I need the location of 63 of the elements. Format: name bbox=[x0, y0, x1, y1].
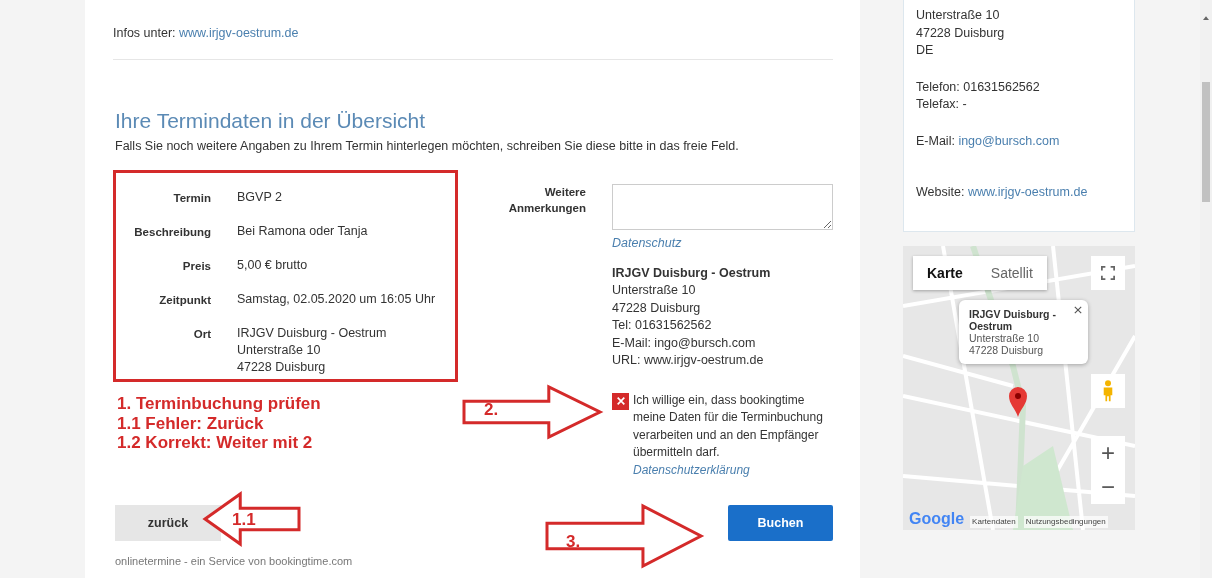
detail-value: Unterstraße 10 bbox=[237, 342, 322, 359]
arrow-label: 1.1 bbox=[232, 510, 256, 530]
back-button[interactable]: zurück bbox=[115, 505, 221, 541]
popup-title: IRJGV Duisburg - Oestrum bbox=[969, 308, 1057, 332]
map-data-link[interactable]: Kartendaten bbox=[970, 516, 1018, 528]
provider-detail: E-Mail: ingo@bursch.com bbox=[612, 334, 757, 352]
detail-label: Beschreibung bbox=[133, 225, 211, 240]
close-icon[interactable] bbox=[1074, 306, 1082, 314]
scroll-up-icon[interactable] bbox=[1203, 16, 1209, 20]
website-text: Website: www.irjgv-oestrum.de bbox=[916, 184, 1089, 201]
cross-mark-icon bbox=[615, 396, 626, 406]
address-line: DE bbox=[916, 42, 935, 59]
provider-detail: Tel: 01631562562 bbox=[612, 317, 713, 334]
fax-text: Telefax: - bbox=[916, 96, 968, 113]
popup-address: Unterstraße 10 bbox=[969, 332, 1041, 344]
annotation-text: 1.1 Fehler: Zurück bbox=[117, 413, 265, 433]
popup-address: 47228 Duisburg bbox=[969, 344, 1045, 356]
detail-value: IRJGV Duisburg - Oestrum bbox=[237, 325, 387, 342]
book-button[interactable]: Buchen bbox=[728, 505, 833, 541]
section-heading: Ihre Termindaten in der Übersicht bbox=[115, 108, 427, 134]
address-line: 47228 Duisburg bbox=[916, 24, 1006, 42]
email-text: E-Mail: ingo@bursch.com bbox=[916, 132, 1061, 150]
scrollbar-thumb[interactable] bbox=[1202, 82, 1210, 202]
arrow-label: 3. bbox=[566, 532, 581, 552]
info-text: Infos unter: www.irjgv-oestrum.de bbox=[113, 25, 300, 42]
annotation-text: 1. Terminbuchung prüfen bbox=[117, 394, 322, 414]
website-link[interactable]: www.irjgv-oestrum.de bbox=[179, 26, 299, 40]
detail-label: Termin bbox=[172, 191, 211, 206]
notes-label: Weitere Anmerkungen bbox=[507, 185, 586, 216]
map[interactable]: Karte Satellit IRJGV Duisburg - Oestrum Unterstraße 10 47228 Duisburg + − Google Kartendaten Nutzungsbedingungen bbox=[903, 246, 1135, 530]
map-logo: Google bbox=[909, 510, 965, 528]
annotation-text: 1.2 Korrekt: Weiter mit 2 bbox=[117, 433, 314, 453]
detail-value: BGVP 2 bbox=[237, 189, 282, 206]
map-type-tab[interactable]: Karte bbox=[913, 256, 977, 290]
email-link[interactable]: ingo@bursch.com bbox=[958, 133, 1060, 148]
detail-value: 47228 Duisburg bbox=[237, 359, 327, 376]
person-icon bbox=[1102, 379, 1114, 403]
provider-detail: 47228 Duisburg bbox=[612, 299, 702, 317]
map-pin-icon[interactable] bbox=[1008, 386, 1028, 418]
privacy-policy-link[interactable]: Datenschutzerklärung bbox=[633, 462, 750, 477]
detail-label: Ort bbox=[192, 327, 211, 342]
consent-text: Ich willige ein, dass bookingtime meine Daten für die Terminbuchung verarbeiten und an den Empfänger übermitteln darf. Datenschutzerklärung bbox=[633, 391, 824, 479]
provider-name: IRJGV Duisburg - Oestrum bbox=[612, 265, 772, 282]
fullscreen-button[interactable] bbox=[1091, 256, 1125, 290]
detail-value: Bei Ramona oder Tanja bbox=[237, 223, 368, 240]
footer-text: onlinetermine - ein Service von bookingtime.com bbox=[115, 555, 354, 568]
map-type-tab[interactable]: Satellit bbox=[976, 256, 1047, 290]
intro-text: Falls Sie noch weitere Angaben zu Ihrem Termin hinterlegen möchten, schreiben Sie diese bitte in das freie Feld. bbox=[115, 138, 740, 154]
terms-link[interactable]: Nutzungsbedingungen bbox=[1023, 516, 1108, 528]
arrow-label: 2. bbox=[484, 400, 499, 420]
consent-checkbox[interactable] bbox=[612, 392, 629, 410]
phone-text: Telefon: 01631562562 bbox=[916, 78, 1041, 96]
website-link[interactable]: www.irjgv-oestrum.de bbox=[967, 185, 1088, 199]
detail-label: Zeitpunkt bbox=[158, 293, 211, 308]
provider-detail: Unterstraße 10 bbox=[612, 282, 697, 299]
detail-value: 5,00 € brutto bbox=[237, 257, 308, 274]
notes-field[interactable] bbox=[612, 184, 833, 230]
fullscreen-icon bbox=[1101, 266, 1115, 280]
detail-value: Samstag, 02.05.2020 um 16:05 Uhr bbox=[237, 291, 436, 308]
address-line: Unterstraße 10 bbox=[916, 7, 1001, 24]
provider-detail: URL: www.irjgv-oestrum.de bbox=[612, 352, 765, 369]
privacy-link[interactable]: Datenschutz bbox=[612, 235, 833, 251]
detail-label: Preis bbox=[181, 259, 211, 274]
